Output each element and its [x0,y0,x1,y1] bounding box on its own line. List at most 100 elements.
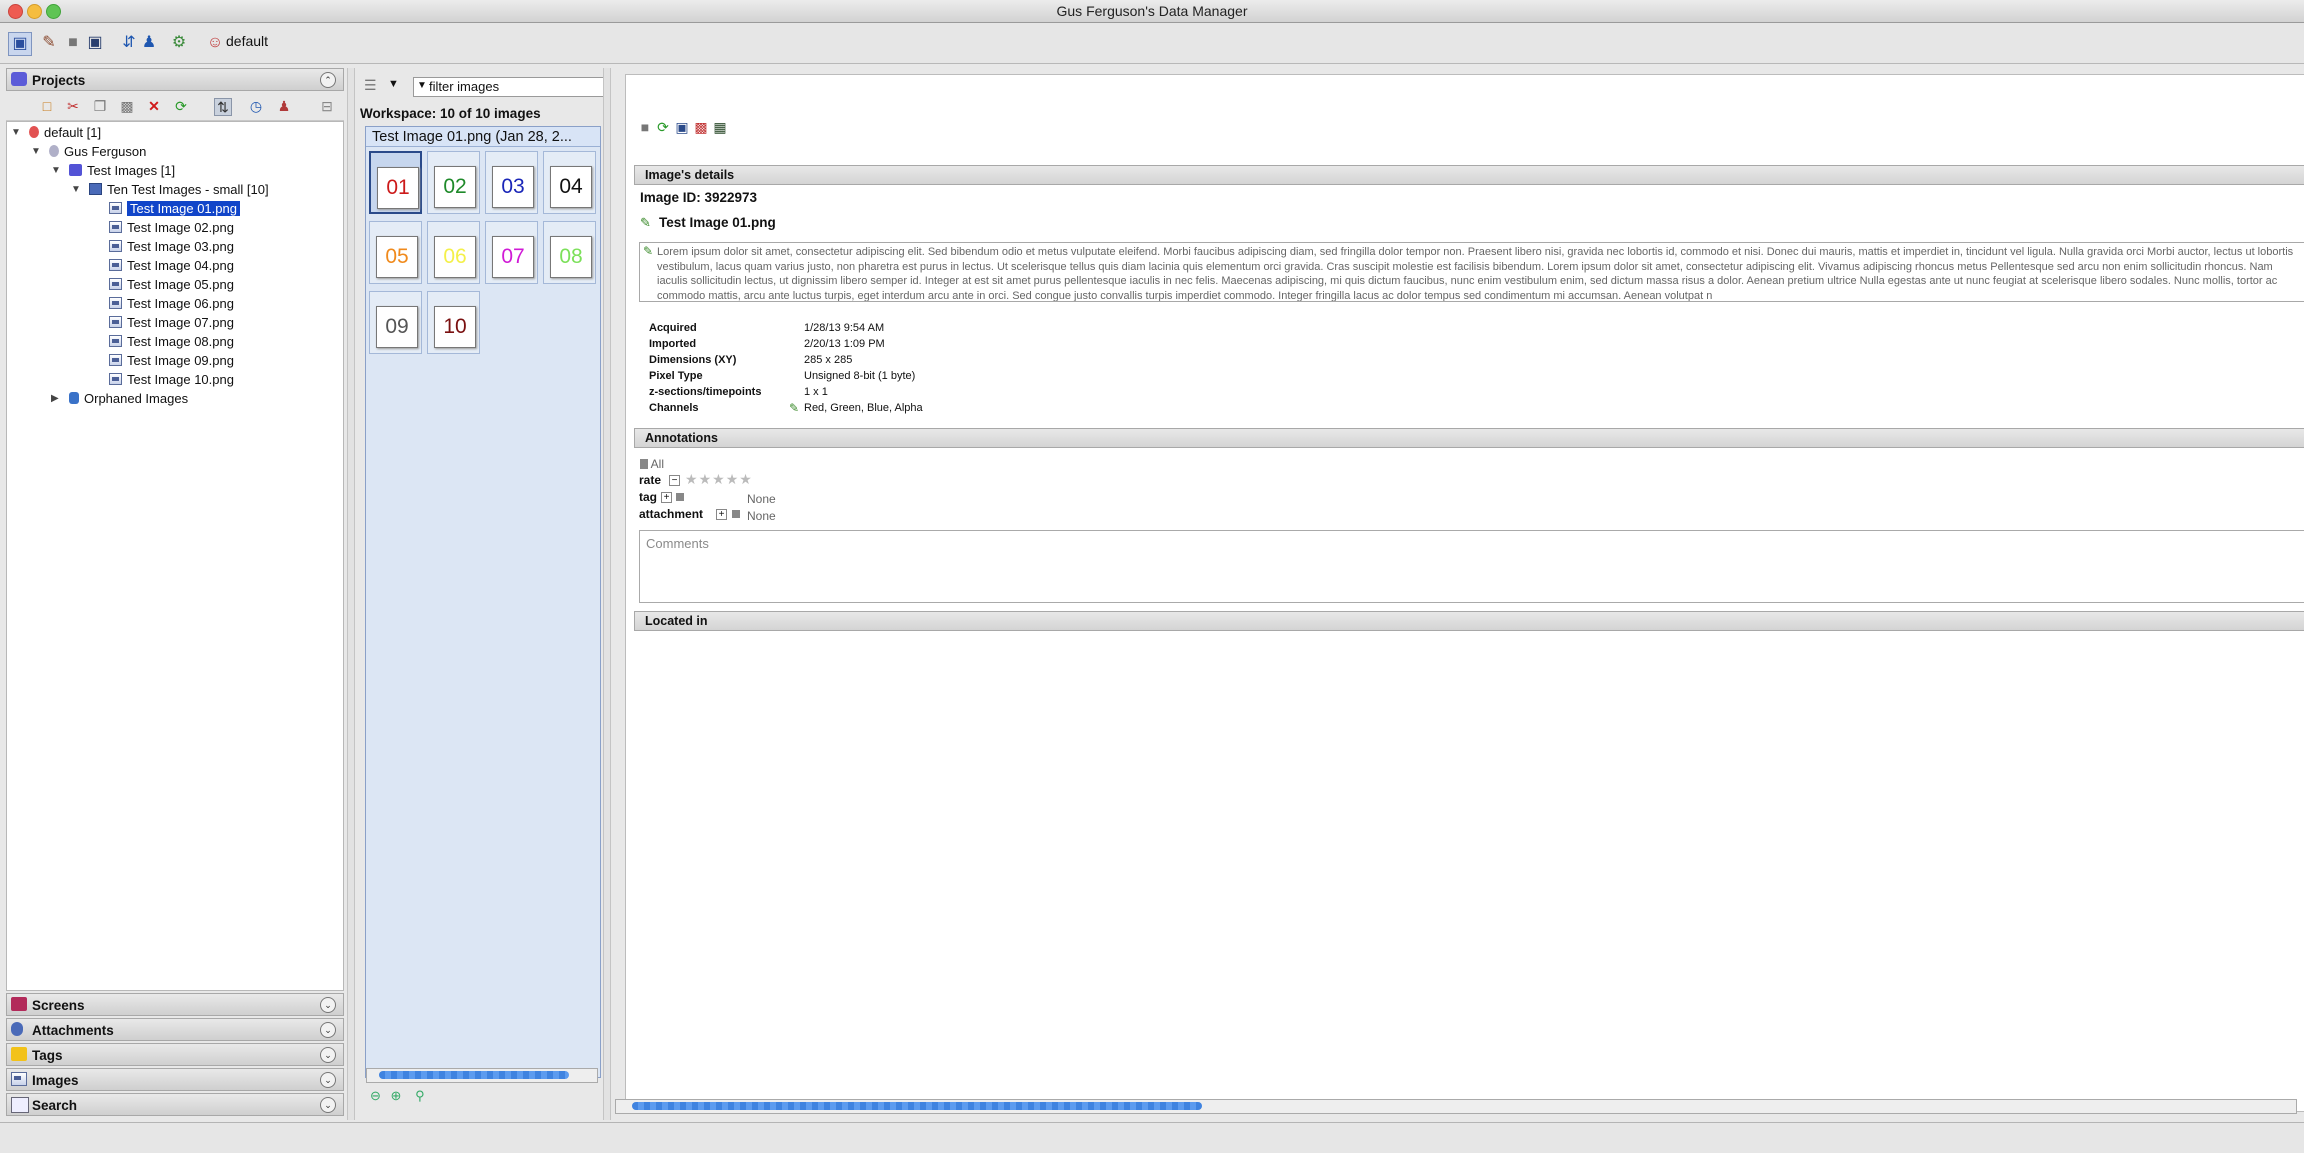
tree-node-image[interactable]: Test Image 08.png [109,333,234,351]
new-icon[interactable]: □ [39,98,55,114]
meta-label: z-sections/timepoints [649,386,762,398]
expand-triangle-icon[interactable]: ▼ [11,124,21,142]
tree-node-image[interactable]: Test Image 04.png [109,257,234,275]
details-panel: ■ ⟳ ▣ ▩ ▦ Image's details Image ID: 3922… [615,68,2304,1120]
annotations-header[interactable]: Annotations [634,428,2304,448]
monitor-icon[interactable]: ▣ [674,119,690,135]
attachments-panel-header[interactable]: Attachments ⌄ [6,1018,344,1041]
delete-icon[interactable]: ✕ [146,98,162,114]
tree-node-image[interactable]: Test Image 06.png [109,295,234,313]
expand-down-icon[interactable]: ⌄ [320,1072,336,1088]
splitter-right[interactable] [603,68,611,1120]
scrollbar-thumb[interactable] [379,1071,569,1079]
tree-node-image[interactable]: Test Image 01.png [109,200,240,218]
tree-node-user[interactable]: Gus Ferguson [49,143,146,161]
zoom-out-icon[interactable]: ⊖ [370,1088,381,1103]
image-thumbnail[interactable]: 09 [369,291,422,354]
tags-panel-header[interactable]: Tags ⌄ [6,1043,344,1066]
image-thumbnail[interactable]: 08 [543,221,596,284]
tree-node-image[interactable]: Test Image 02.png [109,219,234,237]
tree-node-orphaned[interactable]: Orphaned Images [69,390,188,408]
paste-icon[interactable]: ▩ [119,98,135,114]
star-icon[interactable]: ★ [699,471,712,487]
add-tag-icon[interactable]: + [661,492,672,503]
star-icon[interactable]: ★ [726,471,739,487]
tag-list-icon[interactable] [676,493,684,501]
zoom-fit-icon[interactable]: ⚲ [415,1088,425,1103]
group-label[interactable]: default [226,33,268,49]
image-thumbnail[interactable]: 07 [485,221,538,284]
collapse-all-icon[interactable]: ⊟ [319,98,335,114]
view-icon[interactable]: ■ [637,119,653,135]
publish-icon[interactable]: ▩ [693,119,709,135]
filter-images-field[interactable]: ▼ filter images [413,77,605,97]
image-thumbnail[interactable]: 10 [427,291,480,354]
star-icon[interactable]: ★ [739,471,752,487]
tree-node-project[interactable]: Test Images [1] [69,162,175,180]
copy-icon[interactable]: ❐ [92,98,108,114]
expand-down-icon[interactable]: ⌄ [320,1022,336,1038]
image-thumbnail[interactable]: 04 [543,151,596,214]
rate-minus-icon[interactable]: − [669,475,680,486]
star-icon[interactable]: ★ [712,471,725,487]
expand-triangle-icon[interactable]: ▼ [71,181,81,199]
expand-down-icon[interactable]: ⌄ [320,1097,336,1113]
collapse-up-icon[interactable]: ⌃ [320,72,336,88]
details-scrollbar[interactable] [615,1099,2297,1114]
workspace-options-icon[interactable]: ☰ [364,77,377,94]
tree-node-image[interactable]: Test Image 10.png [109,371,234,389]
cut-icon[interactable]: ✂ [65,98,81,114]
image-thumbnail[interactable]: 06 [427,221,480,284]
image-thumbnail[interactable]: 01 [369,151,422,214]
chevron-down-icon[interactable]: ▼ [388,78,399,90]
tree-node-image[interactable]: Test Image 03.png [109,238,234,256]
screens-panel-header[interactable]: Screens ⌄ [6,993,344,1016]
sort-icon[interactable]: ⇅ [214,98,232,116]
image-thumbnail[interactable]: 02 [427,151,480,214]
tree-node-image[interactable]: Test Image 05.png [109,276,234,294]
collapsed-triangle-icon[interactable]: ▶ [51,390,59,408]
refresh-icon[interactable]: ⟳ [173,98,189,114]
projects-panel-title: Projects [32,73,86,88]
annotations-all[interactable]: All [640,457,664,471]
refresh-icon[interactable]: ⟳ [655,119,671,135]
images-panel-header[interactable]: Images ⌄ [6,1068,344,1091]
search-panel-header[interactable]: Search ⌄ [6,1093,344,1116]
add-attachment-icon[interactable]: + [716,509,727,520]
scrollbar-thumb[interactable] [632,1102,1202,1110]
expand-triangle-icon[interactable]: ▼ [51,162,61,180]
tree-node-image[interactable]: Test Image 07.png [109,314,234,332]
viewer-icon[interactable]: ■ [62,32,84,54]
projects-panel-header[interactable]: Projects ⌃ [6,68,344,91]
image-details-header[interactable]: Image's details [634,165,2304,185]
data-manager-icon[interactable]: ▣ [8,32,32,56]
located-in-header[interactable]: Located in [634,611,2304,631]
tree-node-dataset[interactable]: Ten Test Images - small [10] [89,181,269,199]
image-thumbnail[interactable]: 03 [485,151,538,214]
expand-down-icon[interactable]: ⌄ [320,1047,336,1063]
users-icon[interactable]: ♟ [138,32,160,54]
zoom-in-icon[interactable]: ⊕ [391,1088,402,1103]
image-thumbnail[interactable]: 05 [369,221,422,284]
expand-triangle-icon[interactable]: ▼ [31,143,41,161]
expand-down-icon[interactable]: ⌄ [320,997,336,1013]
editor-icon[interactable]: ✎ [38,32,60,54]
thumbnail-scrollbar[interactable] [366,1068,598,1083]
star-icon[interactable]: ★ [685,471,698,487]
users-filter-icon[interactable]: ♟ [276,98,292,114]
tree-node-image[interactable]: Test Image 09.png [109,352,234,370]
scripts-icon[interactable]: ⚙ [168,32,190,54]
monitor-icon[interactable]: ▣ [84,32,106,54]
import-icon[interactable]: ⇵ [118,32,140,54]
edit-pencil-icon[interactable]: ✎ [640,215,651,231]
edit-channels-icon[interactable]: ✎ [789,401,799,415]
filter-dropdown-icon[interactable]: ▼ [417,80,427,91]
grid-icon[interactable]: ▦ [712,119,728,135]
attachment-list-icon[interactable] [732,510,740,518]
history-icon[interactable]: ◷ [248,98,264,114]
splitter-left[interactable] [347,68,355,1120]
rating-stars[interactable]: ★★★★★ [685,471,753,488]
tree-node-group[interactable]: default [1] [29,124,101,142]
comments-field[interactable]: Comments [639,530,2304,603]
edit-pencil-icon[interactable]: ✎ [643,244,653,259]
